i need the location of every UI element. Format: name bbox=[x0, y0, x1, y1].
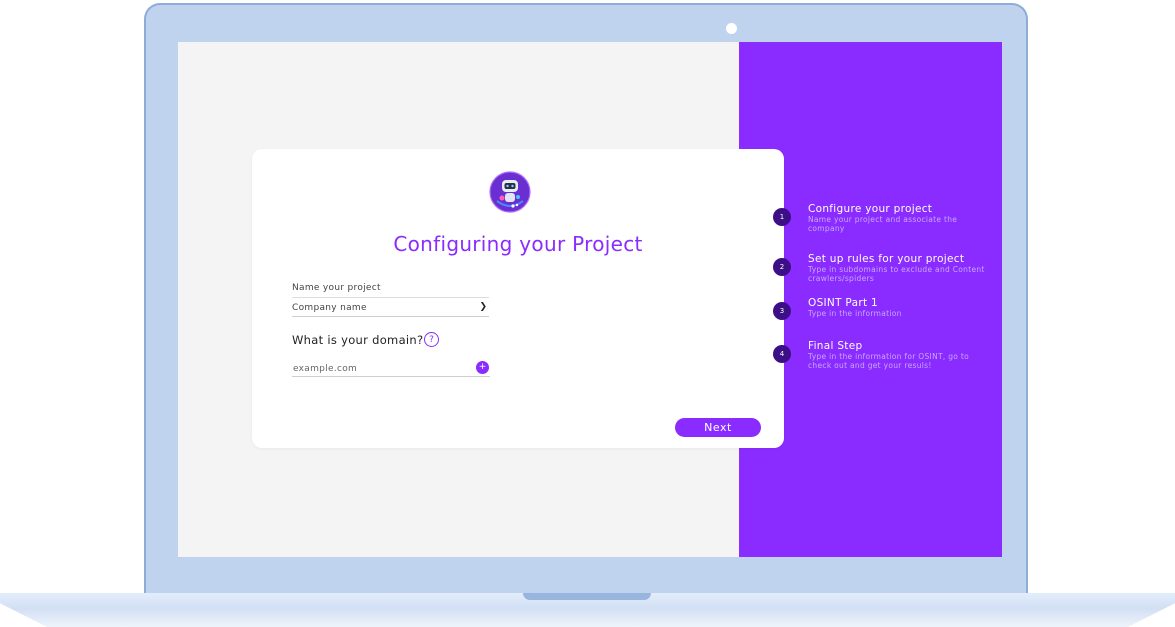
camera-icon bbox=[726, 23, 737, 34]
step-description: Name your project and associate the comp… bbox=[808, 215, 958, 233]
help-icon[interactable]: ? bbox=[424, 332, 439, 347]
step-number: 2 bbox=[773, 258, 791, 276]
step-number: 1 bbox=[773, 208, 791, 226]
step-description: Type in subdomains to exclude and Conten… bbox=[808, 265, 985, 283]
domain-question: What is your domain? bbox=[292, 333, 424, 347]
domain-input[interactable] bbox=[292, 361, 490, 377]
page-title: Configuring your Project bbox=[393, 232, 643, 256]
step-title: OSINT Part 1 bbox=[808, 297, 878, 309]
step-description: Type in the information for OSINT, go to… bbox=[808, 352, 969, 370]
step-title: Configure your project bbox=[808, 203, 933, 215]
project-name-underline bbox=[292, 297, 489, 298]
step-title: Final Step bbox=[808, 340, 863, 352]
robot-logo-icon bbox=[489, 171, 531, 213]
laptop-notch bbox=[523, 593, 651, 600]
add-domain-button[interactable]: + bbox=[476, 361, 489, 374]
configure-project-card: Configuring your Project Name your proje… bbox=[252, 149, 784, 448]
step-number: 3 bbox=[773, 302, 791, 320]
step-number: 4 bbox=[773, 345, 791, 363]
step-description: Type in the information bbox=[808, 309, 902, 318]
app-screen: Configuring your Project Name your proje… bbox=[178, 42, 1002, 557]
chevron-down-icon: ❯ bbox=[479, 302, 487, 312]
project-name-label[interactable]: Name your project bbox=[292, 283, 381, 293]
next-button[interactable]: Next bbox=[675, 418, 761, 437]
company-select-value: Company name bbox=[292, 303, 367, 313]
step-title: Set up rules for your project bbox=[808, 253, 965, 265]
company-select[interactable]: Company name ❯ bbox=[292, 300, 489, 317]
